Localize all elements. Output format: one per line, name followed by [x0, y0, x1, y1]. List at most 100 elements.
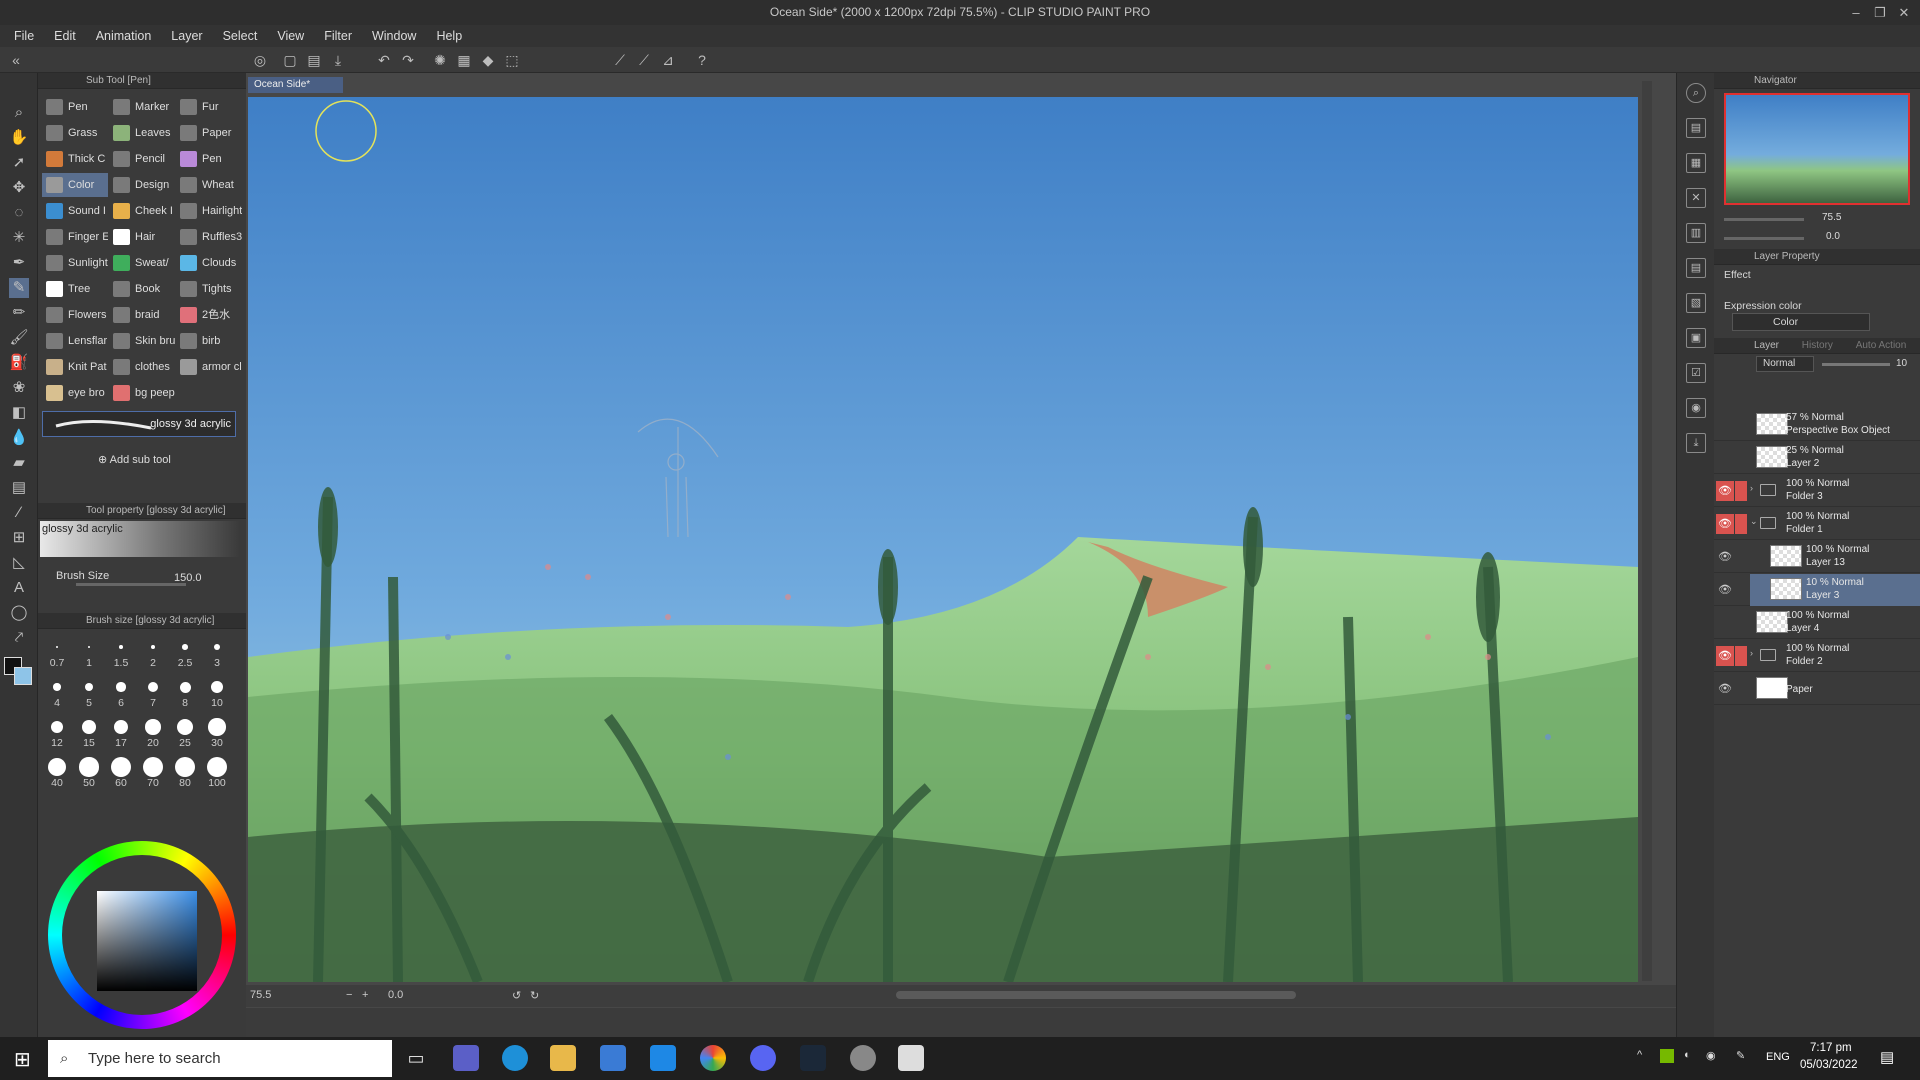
- brush-tool-icon[interactable]: 🖌: [9, 328, 29, 348]
- brush-size-preset[interactable]: 8: [170, 673, 200, 711]
- folder-expand-icon[interactable]: ⌄: [1750, 516, 1758, 527]
- layer-row[interactable]: 57 % Normal Perspective Box Object: [1714, 409, 1920, 441]
- save-icon[interactable]: ⤓: [330, 52, 346, 68]
- close-icon[interactable]: ✕: [1892, 0, 1916, 25]
- drawing-canvas[interactable]: [248, 97, 1638, 982]
- magic-wand-icon[interactable]: ✳: [9, 228, 29, 248]
- minimize-icon[interactable]: –: [1844, 0, 1868, 25]
- decoration-icon[interactable]: ❀: [9, 378, 29, 398]
- brush-size-preset[interactable]: 50: [74, 753, 104, 791]
- open-file-icon[interactable]: ▤: [306, 52, 322, 68]
- sub-tool-item[interactable]: bg peep: [109, 381, 175, 405]
- sub-tool-item[interactable]: Pen: [176, 147, 242, 171]
- menu-view[interactable]: View: [277, 29, 304, 43]
- layer-row[interactable]: 👁 Paper: [1714, 673, 1920, 705]
- navigator-zoom-value[interactable]: 75.5: [1822, 212, 1841, 223]
- color-wheel[interactable]: [42, 833, 242, 1033]
- layer-visibility-icon[interactable]: 👁: [1716, 580, 1734, 600]
- menu-filter[interactable]: Filter: [324, 29, 352, 43]
- file-explorer-icon[interactable]: [550, 1045, 576, 1071]
- sub-tool-item[interactable]: birb: [176, 329, 242, 353]
- tab-history[interactable]: History: [1802, 340, 1833, 351]
- search-icon[interactable]: ⌕: [1686, 83, 1706, 103]
- navigator-rotation-value[interactable]: 0.0: [1826, 231, 1840, 242]
- pencil-tool-icon[interactable]: ✏: [9, 303, 29, 323]
- sub-tool-item[interactable]: Clouds: [176, 251, 242, 275]
- layer-color-tag[interactable]: [1735, 514, 1747, 534]
- brush-size-preset[interactable]: 1.5: [106, 633, 136, 671]
- opacity-slider[interactable]: [1822, 363, 1890, 366]
- text-tool-icon[interactable]: A: [9, 578, 29, 598]
- sub-tool-item[interactable]: Finger E: [42, 225, 108, 249]
- sub-tool-item[interactable]: Pencil: [109, 147, 175, 171]
- clip-studio-icon[interactable]: ◎: [252, 52, 268, 68]
- layer-visibility-icon[interactable]: 👁: [1716, 547, 1734, 567]
- brush-size-preset[interactable]: 25: [170, 713, 200, 751]
- sub-tool-item[interactable]: armor cl: [176, 355, 242, 379]
- transform-icon[interactable]: ⬚: [504, 52, 520, 68]
- sub-tool-item[interactable]: braid: [109, 303, 175, 327]
- sub-tool-item[interactable]: Flowers: [42, 303, 108, 327]
- layer-row[interactable]: 👁 10 % Normal Layer 3: [1714, 574, 1920, 606]
- sub-tool-item[interactable]: Leaves: [109, 121, 175, 145]
- canvas-horizontal-scrollbar[interactable]: [896, 991, 1296, 999]
- layer-color-tag[interactable]: [1735, 580, 1747, 600]
- menu-help[interactable]: Help: [436, 29, 462, 43]
- zoom-in-icon[interactable]: +: [362, 989, 368, 1001]
- windows-start-icon[interactable]: ⊞: [14, 1047, 31, 1072]
- blend-icon[interactable]: 💧: [9, 428, 29, 448]
- download-icon[interactable]: ⤓: [1686, 433, 1706, 453]
- balloon-icon[interactable]: ◯: [9, 603, 29, 623]
- brush-size-preset[interactable]: 2: [138, 633, 168, 671]
- sub-tool-item[interactable]: Cheek I: [109, 199, 175, 223]
- store-icon[interactable]: [600, 1045, 626, 1071]
- hand-tool-icon[interactable]: ✋: [9, 128, 29, 148]
- sub-tool-item[interactable]: Color: [42, 173, 108, 197]
- check-material-icon[interactable]: ☑: [1686, 363, 1706, 383]
- color-saturation-square[interactable]: [97, 891, 197, 991]
- sub-tool-item[interactable]: Paper: [176, 121, 242, 145]
- sub-tool-item[interactable]: Hairlight: [176, 199, 242, 223]
- clock-date[interactable]: 05/03/2022: [1800, 1059, 1858, 1071]
- fill-tool-icon[interactable]: ▰: [9, 453, 29, 473]
- collapse-left-icon[interactable]: «: [8, 52, 24, 68]
- ruler-icon[interactable]: ◺: [9, 553, 29, 573]
- sub-tool-item[interactable]: 2色水: [176, 303, 242, 327]
- menu-select[interactable]: Select: [223, 29, 258, 43]
- brush-size-preset[interactable]: 6: [106, 673, 136, 711]
- correct-line-icon[interactable]: ⤤: [9, 628, 29, 648]
- close-panel-icon[interactable]: ✕: [1686, 188, 1706, 208]
- discord-icon[interactable]: [750, 1045, 776, 1071]
- layer-color-tag[interactable]: [1735, 448, 1747, 468]
- brush-size-preset[interactable]: 5: [74, 673, 104, 711]
- layer-row[interactable]: 100 % Normal Layer 4: [1714, 607, 1920, 639]
- menu-edit[interactable]: Edit: [54, 29, 76, 43]
- brush-size-preset[interactable]: 80: [170, 753, 200, 791]
- clip-studio-launcher-icon[interactable]: [850, 1045, 876, 1071]
- tray-chevron-icon[interactable]: ^: [1637, 1049, 1642, 1061]
- layer-visibility-icon[interactable]: [1716, 448, 1734, 468]
- canvas-rotation-value[interactable]: 0.0: [388, 989, 403, 1001]
- sub-tool-item[interactable]: Thick C: [42, 147, 108, 171]
- folder-expand-icon[interactable]: ›: [1750, 483, 1753, 493]
- layer-row[interactable]: 👁 100 % Normal Layer 13: [1714, 541, 1920, 573]
- sub-tool-item[interactable]: Knit Pat: [42, 355, 108, 379]
- navigator-preview[interactable]: [1724, 93, 1910, 205]
- brush-size-preset[interactable]: 17: [106, 713, 136, 751]
- brush-size-preset[interactable]: 1: [74, 633, 104, 671]
- layer-visibility-icon[interactable]: 👁: [1716, 514, 1734, 534]
- sub-tool-item[interactable]: Grass: [42, 121, 108, 145]
- sub-tool-item[interactable]: Book: [109, 277, 175, 301]
- clip-studio-paint-icon[interactable]: [898, 1045, 924, 1071]
- add-sub-tool-button[interactable]: ⊕ Add sub tool: [98, 453, 171, 466]
- new-file-icon[interactable]: ▢: [282, 52, 298, 68]
- discord-tray-icon[interactable]: ◉: [1706, 1049, 1716, 1062]
- layer-visibility-icon[interactable]: [1716, 415, 1734, 435]
- steam-icon[interactable]: [800, 1045, 826, 1071]
- nvidia-tray-icon[interactable]: [1660, 1049, 1674, 1063]
- blend-mode-select[interactable]: Normal: [1756, 356, 1814, 372]
- sub-tool-item[interactable]: Tree: [42, 277, 108, 301]
- sub-tool-item[interactable]: Sunlight: [42, 251, 108, 275]
- undo-icon[interactable]: ↶: [376, 52, 392, 68]
- brush-size-slider[interactable]: [76, 583, 186, 586]
